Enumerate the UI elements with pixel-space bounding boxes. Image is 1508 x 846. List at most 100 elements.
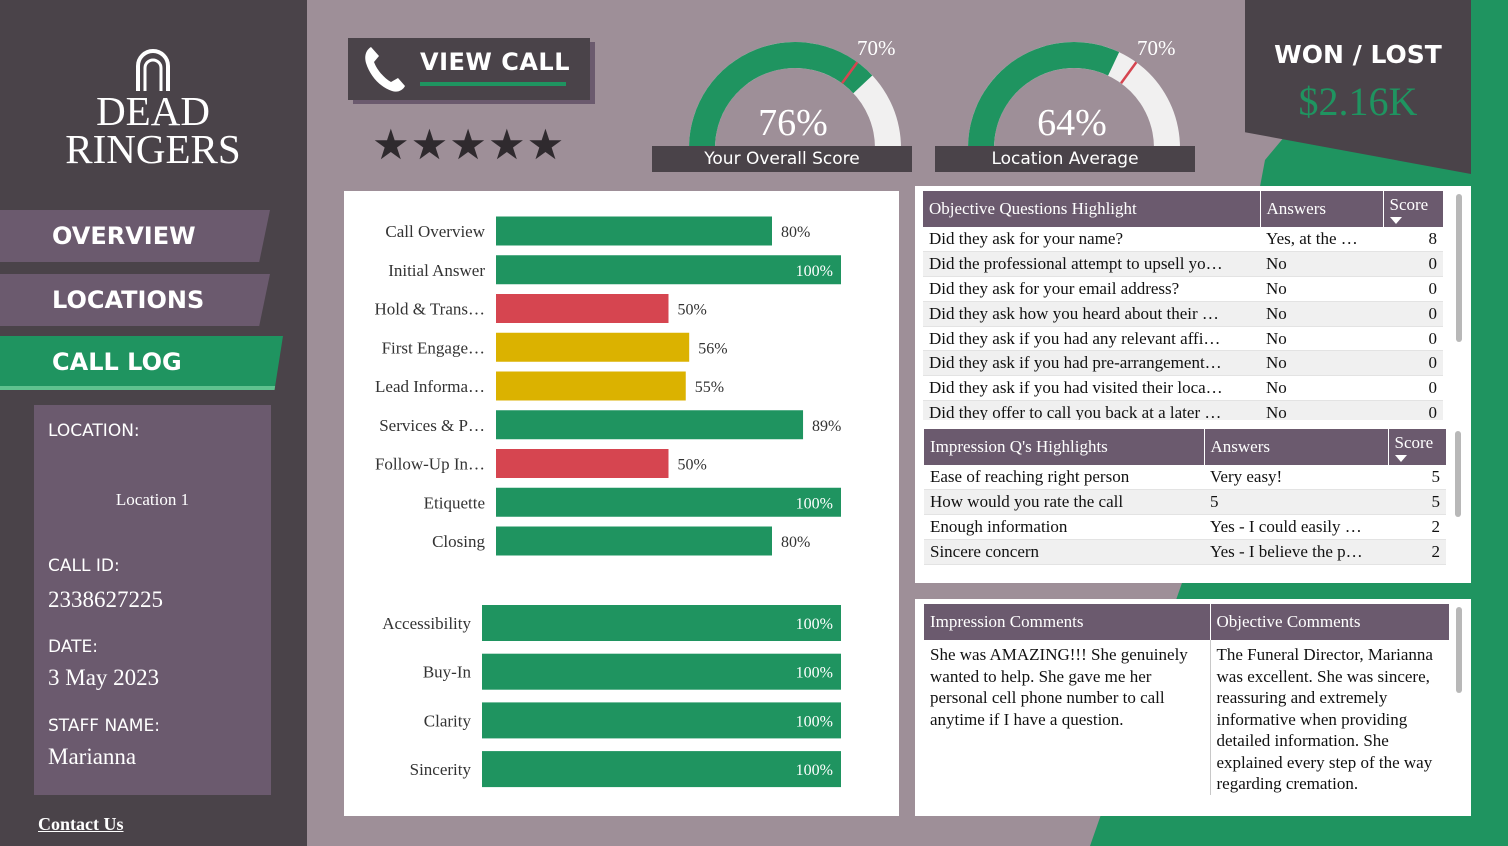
col-impression-score[interactable]: Score (1388, 429, 1446, 465)
objective-table-row[interactable]: Did they ask for your email address? No 0 (923, 276, 1443, 302)
bar[interactable] (482, 702, 841, 739)
impression-table-row[interactable]: Ease of reaching right person Very easy! 5 (924, 465, 1446, 491)
won-lost-title: WON / LOST (1274, 40, 1442, 69)
objective-comment: The Funeral Director, Marianna was excel… (1209, 640, 1449, 795)
bar-value-label: 55% (695, 379, 724, 396)
col-impression-comments[interactable]: Impression Comments (924, 604, 1211, 640)
objective-table-row[interactable]: Did they ask if you had pre-arrangement…… (923, 350, 1443, 377)
headstone-icon (136, 49, 170, 91)
bar[interactable] (496, 294, 669, 323)
location-average-label: Location Average (935, 146, 1195, 172)
bar-value-label: 100% (796, 616, 833, 633)
impression-table-row[interactable]: Enough information Yes - I could easily …… (924, 514, 1446, 540)
star-rating: ★★★★★ (372, 120, 566, 169)
bar-value-label: 100% (796, 495, 833, 512)
nav-overview[interactable]: OVERVIEW (0, 210, 270, 262)
answer-cell: No (1260, 276, 1383, 302)
bar-category-label: Sincerity (410, 760, 472, 779)
answer-cell: Yes - I believe the p… (1204, 539, 1388, 565)
bar[interactable] (482, 751, 841, 788)
bar-category-label: Call Overview (385, 222, 485, 241)
bar-category-label: Accessibility (382, 614, 471, 633)
col-objective-answers[interactable]: Answers (1260, 191, 1384, 227)
call-info-panel: LOCATION: Location 1 CALL ID: 2338627225… (34, 405, 271, 795)
answer-cell: 5 (1204, 489, 1388, 516)
score-cell: 0 (1383, 301, 1443, 327)
objective-table-row[interactable]: Did they ask how you heard about their …… (923, 301, 1443, 327)
col-impression-question[interactable]: Impression Q's Highlights (924, 429, 1205, 465)
objective-table-row[interactable]: Did the professional attempt to upsell y… (923, 251, 1443, 278)
impression-table-row[interactable]: Sincere concern Yes - I believe the p… 2 (924, 539, 1446, 565)
sort-desc-icon (1389, 216, 1402, 224)
score-bar-chart: Call Overview 80% Initial Answer 100% Hold &… (374, 216, 841, 788)
bar-category-label: Closing (432, 532, 485, 551)
comments-table: Impression Comments Objective Comments S… (924, 604, 1449, 795)
bar[interactable] (496, 449, 669, 478)
sidebar: DEAD RINGERS OVERVIEW LOCATIONS CALL LOG… (0, 0, 307, 846)
location-average-value: 64% (1037, 102, 1107, 144)
col-objective-score[interactable]: Score (1383, 191, 1443, 227)
question-cell: Did they offer to call you back at a lat… (923, 400, 1260, 420)
col-impression-score-label: Score (1394, 432, 1434, 452)
bar[interactable] (496, 371, 686, 401)
comments-panel: Impression Comments Objective Comments S… (915, 599, 1471, 816)
phone-icon (365, 47, 405, 92)
impression-scrollbar[interactable] (1455, 431, 1461, 517)
question-cell: Did they ask how you heard about their … (923, 301, 1260, 327)
bar[interactable] (496, 255, 841, 285)
bar-category-label: Etiquette (424, 493, 485, 512)
score-cell: 5 (1388, 465, 1446, 491)
bar-value-label: 50% (678, 457, 707, 474)
col-impression-answers[interactable]: Answers (1204, 429, 1389, 465)
score-cell: 0 (1383, 276, 1443, 302)
bar-category-label: Initial Answer (388, 261, 485, 280)
objective-table-row[interactable]: Did they ask for your name? Yes, at the …… (923, 227, 1443, 253)
impression-table-row[interactable]: How would you rate the call 5 5 (924, 489, 1446, 516)
col-objective-comments[interactable]: Objective Comments (1210, 604, 1449, 640)
call-id-label: CALL ID: (48, 556, 120, 576)
bar-category-label: Services & P… (379, 416, 485, 435)
bar[interactable] (496, 526, 772, 556)
objective-table-row[interactable]: Did they offer to call you back at a lat… (923, 400, 1443, 420)
comments-scrollbar[interactable] (1456, 607, 1462, 693)
objective-table-row[interactable]: Did they ask if you had any relevant aff… (923, 326, 1443, 352)
view-call-button[interactable]: VIEW CALL (348, 38, 590, 100)
answer-cell: No (1260, 326, 1383, 352)
objective-scrollbar[interactable] (1456, 194, 1462, 342)
overall-score-value: 76% (758, 102, 828, 144)
bar-value-label: 100% (796, 762, 833, 779)
col-objective-question[interactable]: Objective Questions Highlight (923, 191, 1261, 227)
date-value: 3 May 2023 (48, 665, 160, 690)
staff-name-value: Marianna (48, 744, 137, 769)
score-cell: 0 (1383, 350, 1443, 377)
answer-cell: Yes, at the … (1260, 227, 1383, 253)
bar-value-label: 56% (698, 340, 727, 357)
answer-cell: No (1260, 301, 1383, 327)
score-cell: 0 (1383, 400, 1443, 420)
bar-category-label: Hold & Trans… (374, 300, 485, 319)
score-breakdown-panel: Call Overview 80% Initial Answer 100% Hold &… (344, 191, 899, 816)
bar[interactable] (496, 332, 690, 362)
bar[interactable] (496, 216, 772, 246)
bar-value-label: 100% (796, 713, 833, 730)
date-label: DATE: (48, 637, 98, 657)
bar-category-label: Lead Informa… (375, 377, 485, 396)
answer-cell: No (1260, 400, 1383, 420)
bar[interactable] (482, 653, 841, 690)
question-cell: Did they ask if you had visited their lo… (923, 375, 1260, 402)
bar[interactable] (496, 410, 804, 440)
contact-us-link[interactable]: Contact Us (38, 814, 124, 835)
call-id-value: 2338627225 (48, 587, 163, 612)
question-cell: Enough information (924, 514, 1204, 540)
question-cell: Did they ask if you had any relevant aff… (923, 326, 1260, 352)
view-call-label: VIEW CALL (420, 48, 570, 76)
answer-cell: Yes - I could easily … (1204, 514, 1388, 540)
objective-table-row[interactable]: Did they ask if you had visited their lo… (923, 375, 1443, 402)
question-cell: Did the professional attempt to upsell y… (923, 251, 1260, 278)
bar[interactable] (496, 487, 841, 517)
view-call-underline (420, 82, 566, 86)
staff-name-label: STAFF NAME: (48, 716, 160, 736)
nav-call-log[interactable]: CALL LOG (0, 336, 283, 390)
nav-locations[interactable]: LOCATIONS (0, 274, 270, 326)
bar[interactable] (482, 605, 841, 641)
